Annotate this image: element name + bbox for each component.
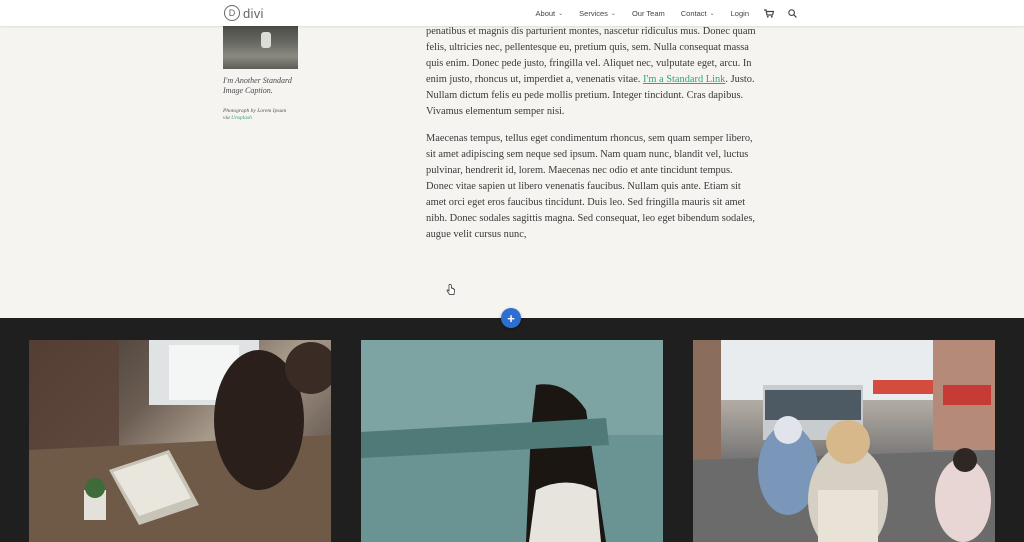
nav-item-login[interactable]: Login [731, 9, 749, 18]
paragraph: Maecenas tempus, tellus eget condimentum… [426, 133, 755, 240]
nav-item-services[interactable]: Services ⌄ [579, 9, 616, 18]
photo-laptop-workspace [29, 340, 331, 542]
nav-item-about[interactable]: About ⌄ [536, 9, 564, 18]
paragraph: penatibus et magnis dis parturient monte… [426, 24, 761, 120]
chevron-down-icon: ⌄ [709, 10, 715, 17]
nav-item-label: Services [579, 8, 608, 18]
chevron-down-icon: ⌄ [610, 10, 616, 17]
photo-street-scooters [693, 340, 995, 542]
site-logo[interactable]: D divi [224, 4, 264, 22]
site-header: D divi About ⌄ Services ⌄ Our Team Conta… [0, 0, 1024, 26]
nav-item-label: About [535, 8, 556, 18]
unsplash-link[interactable]: Unsplash [231, 115, 252, 121]
image-caption-credit: Photograph by Lorem Ipsum via Unsplash [223, 108, 293, 122]
add-section-button[interactable]: + [501, 308, 521, 328]
logo-text: divi [243, 5, 264, 21]
article-body: penatibus et magnis dis parturient monte… [426, 24, 761, 254]
nav-item-contact[interactable]: Contact ⌄ [681, 9, 715, 18]
nav-item-label: Login [730, 8, 749, 18]
logo-mark: D [224, 5, 240, 21]
cart-icon[interactable] [764, 8, 774, 18]
photo-blindfolded-woman [361, 340, 663, 542]
nav-item-label: Contact [680, 8, 707, 18]
search-icon[interactable] [788, 8, 797, 18]
chevron-down-icon: ⌄ [558, 10, 564, 17]
image-subject [261, 32, 271, 48]
standard-image [223, 26, 298, 69]
standard-link[interactable]: I'm a Standard Link [643, 74, 725, 85]
hand-pointer-icon [446, 283, 456, 301]
main-nav: About ⌄ Services ⌄ Our Team Contact ⌄ Lo… [528, 0, 804, 26]
image-caption-title: I'm Another Standard Image Caption. [223, 76, 292, 95]
nav-item-label: Our Team [631, 8, 665, 18]
nav-item-our-team[interactable]: Our Team [632, 9, 665, 18]
